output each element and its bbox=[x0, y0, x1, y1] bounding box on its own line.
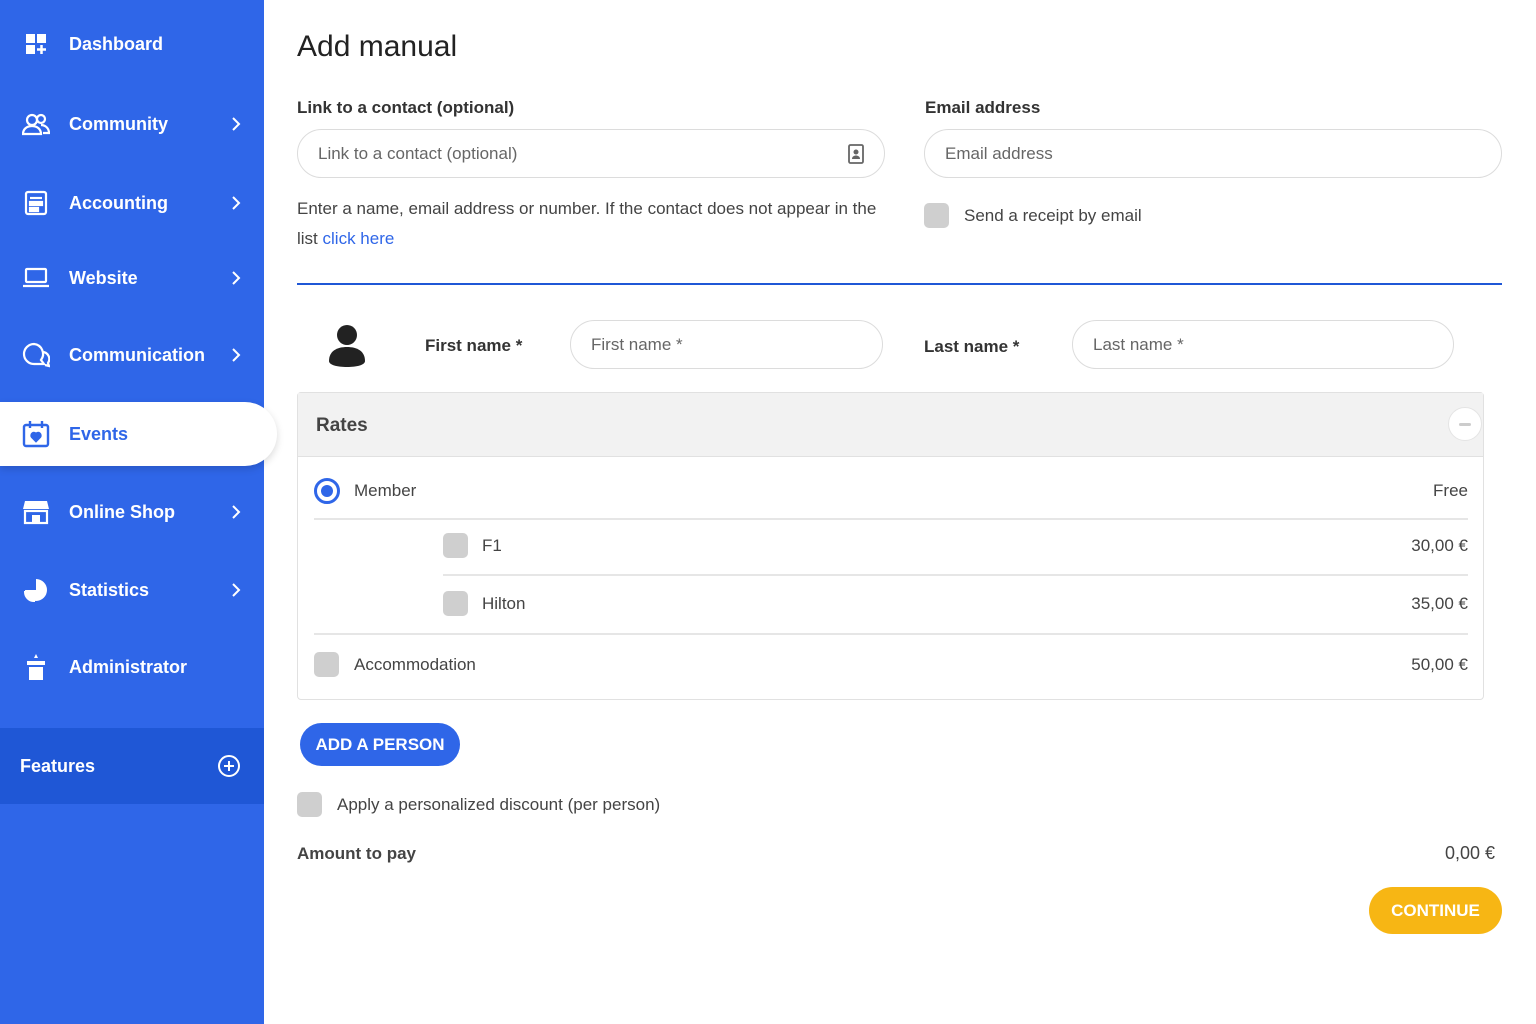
sidebar-item-label: Accounting bbox=[69, 192, 168, 213]
sidebar-item-statistics[interactable]: Statistics bbox=[0, 560, 264, 620]
f1-checkbox[interactable] bbox=[443, 533, 468, 558]
chevron-right-icon bbox=[232, 505, 241, 519]
send-receipt-label: Send a receipt by email bbox=[964, 206, 1142, 225]
email-input[interactable] bbox=[924, 129, 1502, 178]
discount-checkbox[interactable] bbox=[297, 792, 322, 817]
sidebar-item-dashboard[interactable]: Dashboard bbox=[0, 14, 264, 74]
email-label: Email address bbox=[925, 98, 1041, 117]
sidebar-item-communication[interactable]: Communication bbox=[0, 325, 264, 385]
send-receipt-checkbox[interactable] bbox=[924, 203, 949, 228]
sidebar-item-label: Community bbox=[69, 113, 168, 134]
rates-panel: Rates Member Free F1 30,00 € Hilton 35,0… bbox=[297, 392, 1484, 700]
features-section[interactable]: Features bbox=[0, 728, 264, 804]
accommodation-checkbox[interactable] bbox=[314, 652, 339, 677]
first-name-label: First name * bbox=[425, 336, 523, 355]
member-radio[interactable] bbox=[314, 478, 340, 504]
chat-icon bbox=[22, 341, 50, 369]
rate-name-accommodation: Accommodation bbox=[354, 655, 476, 674]
row-divider bbox=[314, 518, 1468, 520]
rate-price-accommodation: 50,00 € bbox=[1411, 655, 1468, 674]
rates-title: Rates bbox=[316, 415, 368, 436]
person-avatar-icon bbox=[329, 325, 365, 367]
add-circle-icon[interactable] bbox=[217, 754, 241, 778]
chevron-right-icon bbox=[232, 348, 241, 362]
chevron-right-icon bbox=[232, 271, 241, 285]
last-name-label: Last name * bbox=[924, 337, 1020, 356]
rate-name-f1: F1 bbox=[482, 536, 502, 555]
shop-icon bbox=[22, 498, 50, 526]
last-name-input[interactable] bbox=[1072, 320, 1454, 369]
sidebar-item-online-shop[interactable]: Online Shop bbox=[0, 482, 264, 542]
rate-price-hilton: 35,00 € bbox=[1411, 594, 1468, 613]
calculator-icon bbox=[22, 189, 50, 217]
amount-label: Amount to pay bbox=[297, 844, 416, 863]
discount-label: Apply a personalized discount (per perso… bbox=[337, 795, 661, 814]
sidebar: Dashboard Community Accounting Website C… bbox=[0, 0, 277, 1024]
amount-value: 0,00 € bbox=[1444, 843, 1495, 863]
rates-header: Rates bbox=[298, 393, 1483, 457]
sidebar-item-administrator[interactable]: Administrator bbox=[0, 637, 264, 697]
pie-chart-icon bbox=[22, 576, 50, 604]
chevron-right-icon bbox=[232, 196, 241, 210]
admin-icon bbox=[22, 653, 50, 681]
contact-label: Link to a contact (optional) bbox=[297, 98, 515, 117]
sidebar-item-label: Website bbox=[69, 267, 138, 288]
add-person-button[interactable]: ADD A PERSON bbox=[300, 723, 460, 766]
sidebar-item-community[interactable]: Community bbox=[0, 94, 264, 154]
contact-card-icon[interactable] bbox=[847, 144, 865, 164]
first-name-input[interactable] bbox=[570, 320, 883, 369]
collapse-button[interactable] bbox=[1448, 407, 1482, 441]
sidebar-item-label: Communication bbox=[69, 344, 206, 365]
laptop-icon bbox=[22, 264, 50, 292]
rate-price-member: Free bbox=[1433, 481, 1468, 500]
row-divider bbox=[314, 633, 1468, 635]
community-icon bbox=[22, 110, 50, 138]
rate-price-f1: 30,00 € bbox=[1411, 536, 1468, 555]
rate-name-member: Member bbox=[354, 481, 417, 500]
sidebar-item-events[interactable]: Events bbox=[0, 402, 277, 466]
calendar-heart-icon bbox=[22, 420, 50, 448]
sidebar-item-label: Events bbox=[69, 423, 129, 444]
rate-name-hilton: Hilton bbox=[482, 594, 526, 613]
hilton-checkbox[interactable] bbox=[443, 591, 468, 616]
sidebar-item-label: Online Shop bbox=[69, 501, 175, 522]
page-title: Add manual bbox=[297, 30, 458, 63]
section-divider bbox=[297, 283, 1502, 285]
chevron-right-icon bbox=[232, 583, 241, 597]
radio-dot bbox=[321, 485, 333, 497]
sidebar-item-label: Administrator bbox=[69, 656, 188, 677]
sidebar-item-label: Dashboard bbox=[69, 33, 164, 54]
contact-help-text: Enter a name, email address or number. I… bbox=[297, 194, 877, 254]
sidebar-item-website[interactable]: Website bbox=[0, 248, 264, 308]
contact-input[interactable] bbox=[297, 129, 885, 178]
dashboard-icon bbox=[22, 30, 50, 58]
sidebar-item-label: Statistics bbox=[69, 579, 150, 600]
click-here-link[interactable]: click here bbox=[323, 229, 395, 248]
chevron-right-icon bbox=[232, 117, 241, 131]
features-label: Features bbox=[20, 755, 96, 776]
minus-icon bbox=[1459, 422, 1471, 426]
continue-button[interactable]: CONTINUE bbox=[1369, 887, 1502, 934]
sidebar-item-accounting[interactable]: Accounting bbox=[0, 173, 264, 233]
row-divider bbox=[443, 574, 1468, 576]
